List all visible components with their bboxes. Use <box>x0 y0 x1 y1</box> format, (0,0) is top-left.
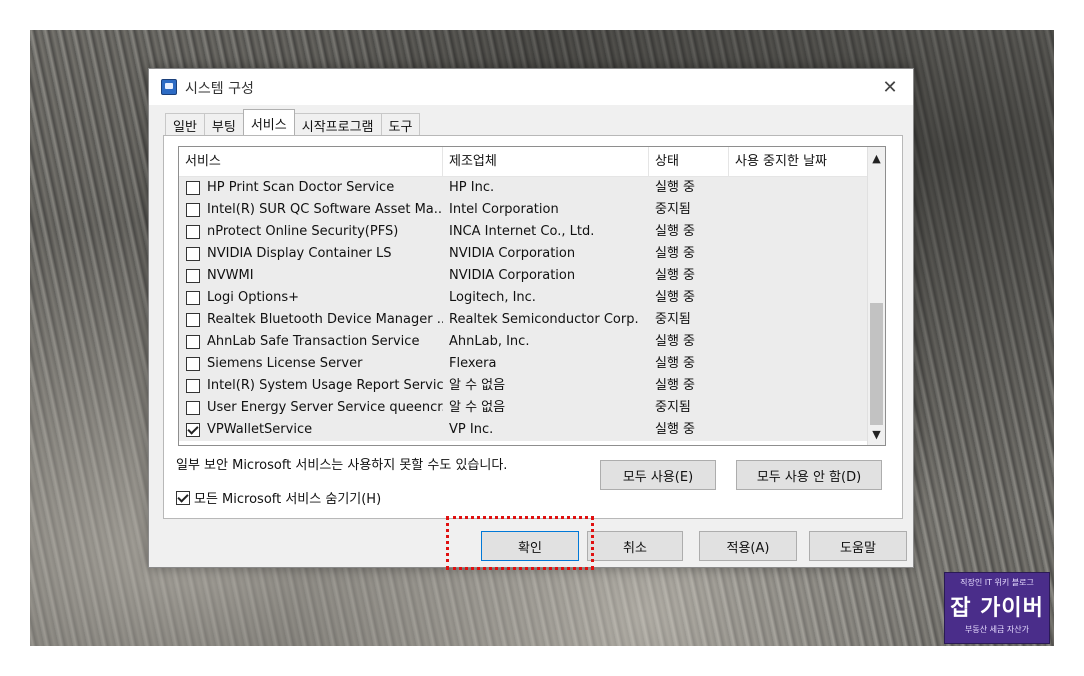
service-name: Intel(R) System Usage Report Servic... <box>207 378 443 393</box>
service-manufacturer: Realtek Semiconductor Corp. <box>449 312 639 327</box>
column-header-service[interactable]: 서비스 <box>179 147 443 177</box>
service-status: 실행 중 <box>655 334 696 349</box>
services-list[interactable]: 서비스 제조업체 상태 사용 중지한 날짜 HP Print Scan Doct… <box>178 146 886 446</box>
service-status: 실행 중 <box>655 224 696 239</box>
tab-general[interactable]: 일반 <box>165 113 205 135</box>
service-row[interactable]: Realtek Bluetooth Device Manager ... Rea… <box>179 309 869 331</box>
service-status: 실행 중 <box>655 180 696 195</box>
hide-microsoft-label: 모든 Microsoft 서비스 숨기기(H) <box>194 492 382 507</box>
service-checkbox[interactable] <box>186 291 200 305</box>
blog-watermark-logo: 직장인 IT 위키 블로그 잡 가이버 부동산 세금 자산가 <box>944 572 1050 644</box>
service-rows: HP Print Scan Doctor Service HP Inc. 실행 … <box>179 177 869 441</box>
scroll-thumb[interactable] <box>870 303 883 425</box>
hide-microsoft-checkbox-box[interactable] <box>176 490 190 505</box>
service-name: NVWMI <box>207 268 254 283</box>
service-name: VPWalletService <box>207 422 313 437</box>
services-panel: 서비스 제조업체 상태 사용 중지한 날짜 HP Print Scan Doct… <box>163 135 903 519</box>
tab-boot[interactable]: 부팅 <box>203 113 244 135</box>
service-row[interactable]: Intel(R) SUR QC Software Asset Ma... Int… <box>179 199 869 221</box>
service-name: NVIDIA Display Container LS <box>207 246 392 261</box>
list-header: 서비스 제조업체 상태 사용 중지한 날짜 <box>179 147 869 177</box>
service-row[interactable]: Logi Options+ Logitech, Inc. 실행 중 <box>179 287 869 309</box>
microsoft-services-note: 일부 보안 Microsoft 서비스는 사용하지 못할 수도 있습니다. <box>176 458 508 473</box>
window-title: 시스템 구성 <box>185 81 254 97</box>
service-row[interactable]: Intel(R) System Usage Report Servic... 알… <box>179 375 869 397</box>
scroll-down-icon[interactable]: ▼ <box>868 425 885 443</box>
service-name: User Energy Server Service queencr... <box>207 400 443 415</box>
service-status: 중지됨 <box>655 202 691 217</box>
service-name: Realtek Bluetooth Device Manager ... <box>207 312 443 327</box>
service-manufacturer: AhnLab, Inc. <box>449 334 530 349</box>
tab-services[interactable]: 서비스 <box>242 109 295 135</box>
service-manufacturer: Intel Corporation <box>449 202 559 217</box>
help-button[interactable]: 도움말 <box>809 531 907 561</box>
service-row[interactable]: NVWMI NVIDIA Corporation 실행 중 <box>179 265 869 287</box>
service-manufacturer: 알 수 없음 <box>449 400 506 415</box>
watermark-top-text: 직장인 IT 위키 블로그 <box>960 578 1034 587</box>
hide-microsoft-services-checkbox[interactable]: 모든 Microsoft 서비스 숨기기(H) <box>176 488 381 507</box>
service-manufacturer: VP Inc. <box>449 422 494 437</box>
service-checkbox[interactable] <box>186 225 200 239</box>
service-checkbox[interactable] <box>186 181 200 195</box>
service-checkbox[interactable] <box>186 335 200 349</box>
scroll-up-icon[interactable]: ▲ <box>868 149 885 167</box>
service-row[interactable]: NVIDIA Display Container LS NVIDIA Corpo… <box>179 243 869 265</box>
service-checkbox[interactable] <box>186 247 200 261</box>
watermark-main-text: 잡 가이버 <box>950 596 1044 621</box>
column-header-status[interactable]: 상태 <box>649 147 729 177</box>
service-status: 실행 중 <box>655 246 696 261</box>
vertical-scrollbar[interactable]: ▲ ▼ <box>867 147 885 445</box>
service-name: HP Print Scan Doctor Service <box>207 180 395 195</box>
service-manufacturer: NVIDIA Corporation <box>449 246 576 261</box>
system-config-icon <box>161 79 177 95</box>
service-row[interactable]: HP Print Scan Doctor Service HP Inc. 실행 … <box>179 177 869 199</box>
system-configuration-dialog: 시스템 구성 ✕ 일반 부팅 서비스 시작프로그램 도구 서비스 제조업체 상태… <box>148 68 914 568</box>
service-checkbox[interactable] <box>186 379 200 393</box>
service-status: 중지됨 <box>655 400 691 415</box>
column-header-date-disabled[interactable]: 사용 중지한 날짜 <box>729 147 869 177</box>
tab-startup[interactable]: 시작프로그램 <box>293 113 382 135</box>
title-bar[interactable]: 시스템 구성 ✕ <box>149 69 913 105</box>
service-manufacturer: Logitech, Inc. <box>449 290 536 305</box>
service-checkbox[interactable] <box>186 357 200 371</box>
service-status: 실행 중 <box>655 268 696 283</box>
service-checkbox[interactable] <box>186 313 200 327</box>
service-status: 실행 중 <box>655 356 696 371</box>
service-status: 실행 중 <box>655 422 696 437</box>
apply-button[interactable]: 적용(A) <box>699 531 797 561</box>
service-status: 실행 중 <box>655 378 696 393</box>
service-checkbox[interactable] <box>186 401 200 415</box>
disable-all-button[interactable]: 모두 사용 안 함(D) <box>736 460 882 490</box>
cancel-button[interactable]: 취소 <box>587 531 683 561</box>
service-row[interactable]: Siemens License Server Flexera 실행 중 <box>179 353 869 375</box>
service-checkbox[interactable] <box>186 423 200 437</box>
watermark-bottom-text: 부동산 세금 자산가 <box>965 625 1029 634</box>
enable-all-button[interactable]: 모두 사용(E) <box>600 460 716 490</box>
ok-button-highlight-annotation <box>446 516 594 570</box>
service-manufacturer: 알 수 없음 <box>449 378 506 393</box>
service-checkbox[interactable] <box>186 269 200 283</box>
service-status: 중지됨 <box>655 312 691 327</box>
service-name: Logi Options+ <box>207 290 300 305</box>
column-header-manufacturer[interactable]: 제조업체 <box>443 147 649 177</box>
service-row[interactable]: User Energy Server Service queencr... 알 … <box>179 397 869 419</box>
service-status: 실행 중 <box>655 290 696 305</box>
service-name: AhnLab Safe Transaction Service <box>207 334 420 349</box>
service-checkbox[interactable] <box>186 203 200 217</box>
service-name: Siemens License Server <box>207 356 363 371</box>
tab-strip: 일반 부팅 서비스 시작프로그램 도구 <box>165 109 421 135</box>
service-manufacturer: INCA Internet Co., Ltd. <box>449 224 595 239</box>
service-row[interactable]: nProtect Online Security(PFS) INCA Inter… <box>179 221 869 243</box>
service-name: Intel(R) SUR QC Software Asset Ma... <box>207 202 443 217</box>
service-manufacturer: Flexera <box>449 356 497 371</box>
service-name: nProtect Online Security(PFS) <box>207 224 399 239</box>
service-row[interactable]: AhnLab Safe Transaction Service AhnLab, … <box>179 331 869 353</box>
close-button[interactable]: ✕ <box>867 69 913 105</box>
service-row[interactable]: VPWalletService VP Inc. 실행 중 <box>179 419 869 441</box>
service-manufacturer: NVIDIA Corporation <box>449 268 576 283</box>
service-manufacturer: HP Inc. <box>449 180 495 195</box>
tab-tools[interactable]: 도구 <box>380 113 421 135</box>
